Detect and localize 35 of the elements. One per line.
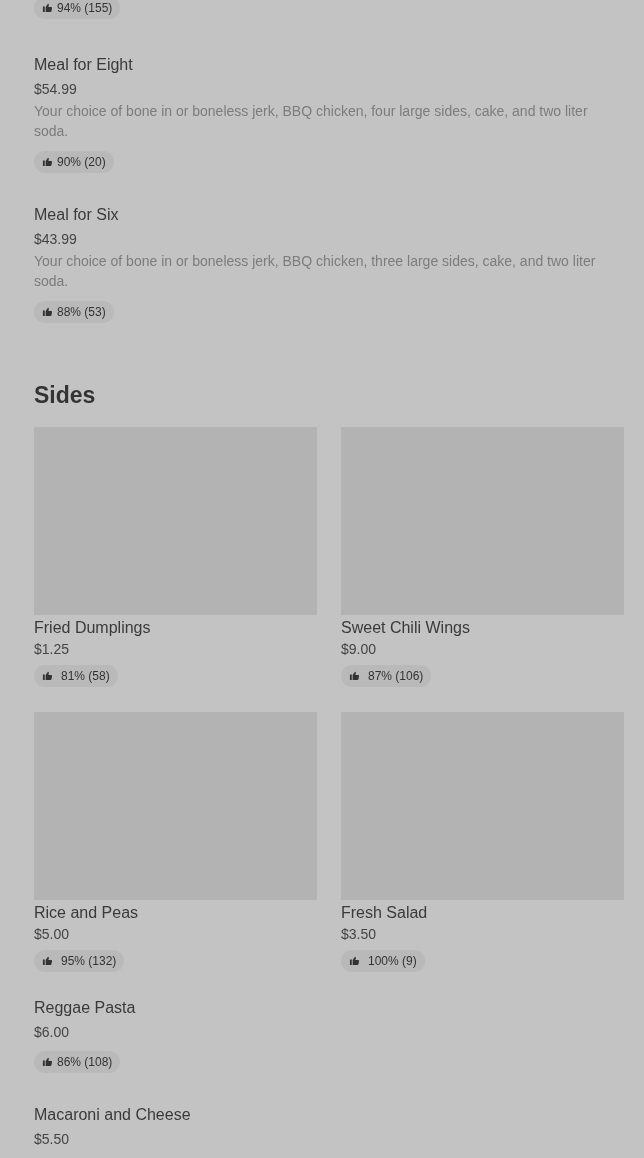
item-title: Sweet Chili Wings <box>341 618 471 638</box>
item-description: Your choice of bone in or boneless jerk, BBQ chicken, three large sides, cake, and two liter soda. <box>34 252 597 291</box>
rating-badge: 94% (155) <box>34 0 121 19</box>
item-price: $43.99 <box>34 230 78 249</box>
item-price: $54.99 <box>34 80 78 99</box>
item-price: $3.50 <box>341 925 378 944</box>
thumbs-up-icon <box>42 156 53 167</box>
thumbs-up-icon <box>42 2 53 13</box>
item-title: Macaroni and Cheese <box>34 1105 192 1125</box>
item-title: Rice and Peas <box>34 903 140 923</box>
thumbs-up-icon <box>42 955 53 966</box>
item-price: $9.00 <box>341 640 378 659</box>
thumbs-up-icon <box>42 1056 53 1067</box>
thumbs-up-icon <box>349 670 360 681</box>
item-title: Fresh Salad <box>341 903 429 923</box>
item-price: $5.50 <box>34 1130 71 1149</box>
item-title: Meal for Six <box>34 205 120 225</box>
rating-badge: 90% (20) <box>34 150 114 173</box>
item-title: Meal for Eight <box>34 55 134 75</box>
rating-badge: 81% (58) <box>34 664 118 687</box>
item-title: Reggae Pasta <box>34 998 137 1018</box>
item-price: $5.00 <box>34 925 71 944</box>
thumbs-up-icon <box>349 955 360 966</box>
rating-badge: 86% (108) <box>34 1050 121 1073</box>
item-description: Your choice of bone in or boneless jerk, BBQ chicken, four large sides, cake, and two liter soda. <box>34 102 589 141</box>
rating-badge: 95% (132) <box>34 949 125 972</box>
item-title: Fried Dumplings <box>34 618 152 638</box>
item-price: $1.25 <box>34 640 71 659</box>
rating-badge: 100% (9) <box>341 949 425 972</box>
rating-badge: 87% (106) <box>341 664 432 687</box>
rating-badge: 88% (53) <box>34 300 114 323</box>
thumbs-up-icon <box>42 306 53 317</box>
section-heading: Sides <box>34 381 97 410</box>
thumbs-up-icon <box>42 670 53 681</box>
item-price: $6.00 <box>34 1023 71 1042</box>
